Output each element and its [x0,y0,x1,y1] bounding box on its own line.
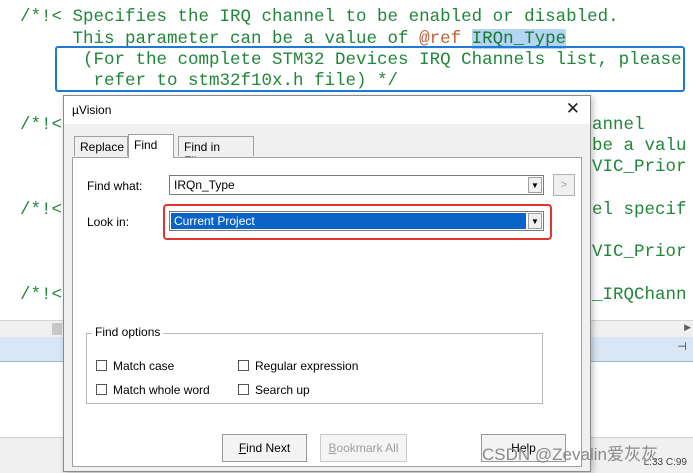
find-what-value: IRQn_Type [174,178,235,192]
code-line: be a valu [592,136,687,156]
checkbox-icon[interactable] [238,360,249,371]
tab-replace[interactable]: Replace [74,136,128,156]
checkbox-icon[interactable] [96,360,107,371]
match-case-checkbox[interactable]: Match case [96,359,174,373]
code-line: VIC_Prior [592,157,687,177]
dialog-titlebar[interactable]: µVision ✕ [64,96,590,124]
scroll-right-icon[interactable]: ▶ [684,322,691,333]
code-line: VIC_Prior [592,242,687,262]
checkbox-icon[interactable] [96,384,107,395]
regular-expression-checkbox[interactable]: Regular expression [238,359,358,373]
find-dialog: µVision ✕ Replace Find Find in Files Fin… [63,95,591,472]
code-line: /*!< [20,285,63,305]
find-what-label: Find what: [87,179,143,193]
tab-find-in-files[interactable]: Find in Files [178,136,254,168]
code-line: annel [592,115,645,135]
bookmark-all-button[interactable]: Bookmark All [320,434,407,462]
tab-find[interactable]: Find [128,134,174,158]
pin-icon[interactable]: ⊣ [677,340,687,353]
find-options-title: Find options [92,325,164,339]
close-icon[interactable]: ✕ [566,99,580,119]
look-in-label: Look in: [87,215,130,229]
code-line: /*!< [20,115,63,135]
scrollbar-thumb[interactable] [52,323,62,335]
watermark: CSDN @Zevalin爱灰灰 [482,445,658,464]
code-line: _IRQChann [592,285,687,305]
match-whole-word-checkbox[interactable]: Match whole word [96,383,210,397]
find-next-button[interactable]: Find Next [222,434,307,462]
code-line: el specif [592,200,687,220]
code-line: /*!< Specifies the IRQ channel to be ena… [20,7,619,27]
search-up-checkbox[interactable]: Search up [238,383,310,397]
find-what-input[interactable]: IRQn_Type ▼ [169,175,544,195]
find-more-button[interactable]: > [553,174,575,196]
annotation-highlight-box [163,204,552,240]
annotation-highlight-box [55,46,685,92]
dialog-title: µVision [72,103,112,117]
code-line: /*!< [20,200,63,220]
checkbox-icon[interactable] [238,384,249,395]
chevron-down-icon[interactable]: ▼ [528,177,542,193]
